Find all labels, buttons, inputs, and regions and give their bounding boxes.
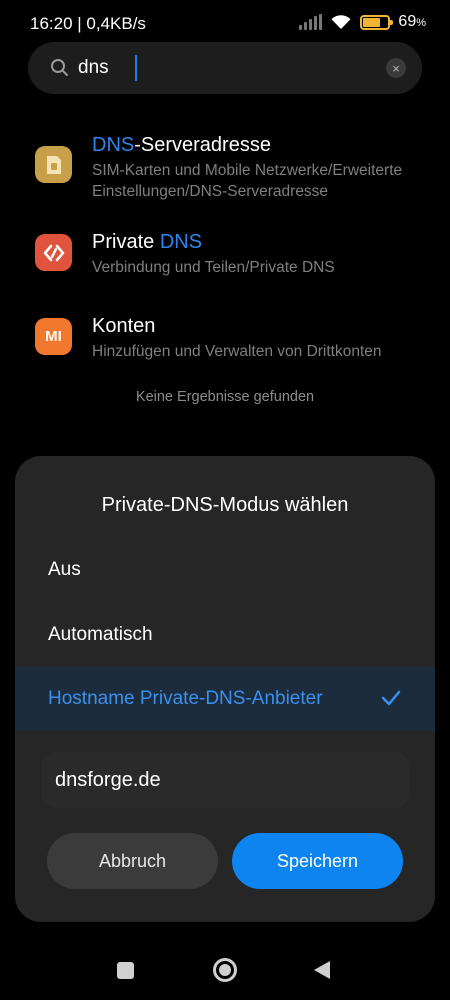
title-highlight: DNS <box>159 231 203 253</box>
cancel-button[interactable]: Abbruch <box>47 833 218 889</box>
result-subtitle: SIM-Karten und Mobile Netzwerke/Erweiter… <box>92 162 403 200</box>
title-highlight: DNS <box>92 134 135 156</box>
status-time-speed: 16:20 | 0,4KB/s <box>30 14 146 33</box>
navigation-bar <box>0 950 450 990</box>
option-off[interactable]: Aus <box>15 538 435 602</box>
hostname-field[interactable] <box>41 752 409 808</box>
battery-icon <box>360 14 394 30</box>
option-hostname[interactable]: Hostname Private-DNS-Anbieter <box>15 667 435 731</box>
option-label: Hostname Private-DNS-Anbieter <box>48 688 323 709</box>
search-input[interactable] <box>78 53 378 83</box>
result-subtitle: Hinzufügen und Verwalten von Drittkonten <box>92 343 382 360</box>
search-icon <box>51 59 68 76</box>
option-label: Aus <box>48 559 81 580</box>
hostname-input[interactable] <box>55 764 385 796</box>
back-triangle-icon[interactable] <box>314 961 330 979</box>
status-bar: 16:20 | 0,4KB/s 69% <box>0 0 450 46</box>
save-button[interactable]: Speichern <box>232 833 403 889</box>
status-icons: 69% <box>299 13 426 31</box>
check-icon <box>381 690 401 706</box>
result-title: Konten <box>92 315 156 337</box>
sim-card-icon <box>35 146 72 183</box>
clear-icon[interactable]: × <box>386 58 406 78</box>
private-dns-dialog: Private-DNS-Modus wählen Aus Automatisch… <box>15 456 435 922</box>
result-title: DNS-Serveradresse <box>92 134 271 157</box>
connection-icon <box>35 234 72 271</box>
no-results-text: Keine Ergebnisse gefunden <box>135 389 315 405</box>
search-bar[interactable]: × <box>28 42 422 94</box>
battery-text: 69% <box>398 13 426 31</box>
square-icon[interactable] <box>117 962 134 979</box>
mi-logo-glyph: MI <box>45 328 62 345</box>
battery-fill <box>363 17 380 27</box>
option-label: Automatisch <box>48 624 153 645</box>
screen: 16:20 | 0,4KB/s 69% × DNS-Serveradre <box>0 0 450 1000</box>
mi-logo-icon: MI <box>35 318 72 355</box>
battery-unit: % <box>416 17 426 29</box>
battery-percent: 69 <box>398 13 417 30</box>
option-automatic[interactable]: Automatisch <box>15 603 435 667</box>
title-rest: -Serveradresse <box>134 134 271 156</box>
dialog-title: Private-DNS-Modus wählen <box>101 494 349 516</box>
wifi-icon <box>331 15 351 29</box>
cell-signal-icon <box>299 14 323 30</box>
result-subtitle: Verbindung und Teilen/Private DNS <box>92 259 335 276</box>
title-rest: Private <box>92 231 160 253</box>
result-title: Private DNS <box>92 231 202 254</box>
home-circle-icon[interactable] <box>213 958 237 982</box>
text-caret <box>135 55 137 81</box>
